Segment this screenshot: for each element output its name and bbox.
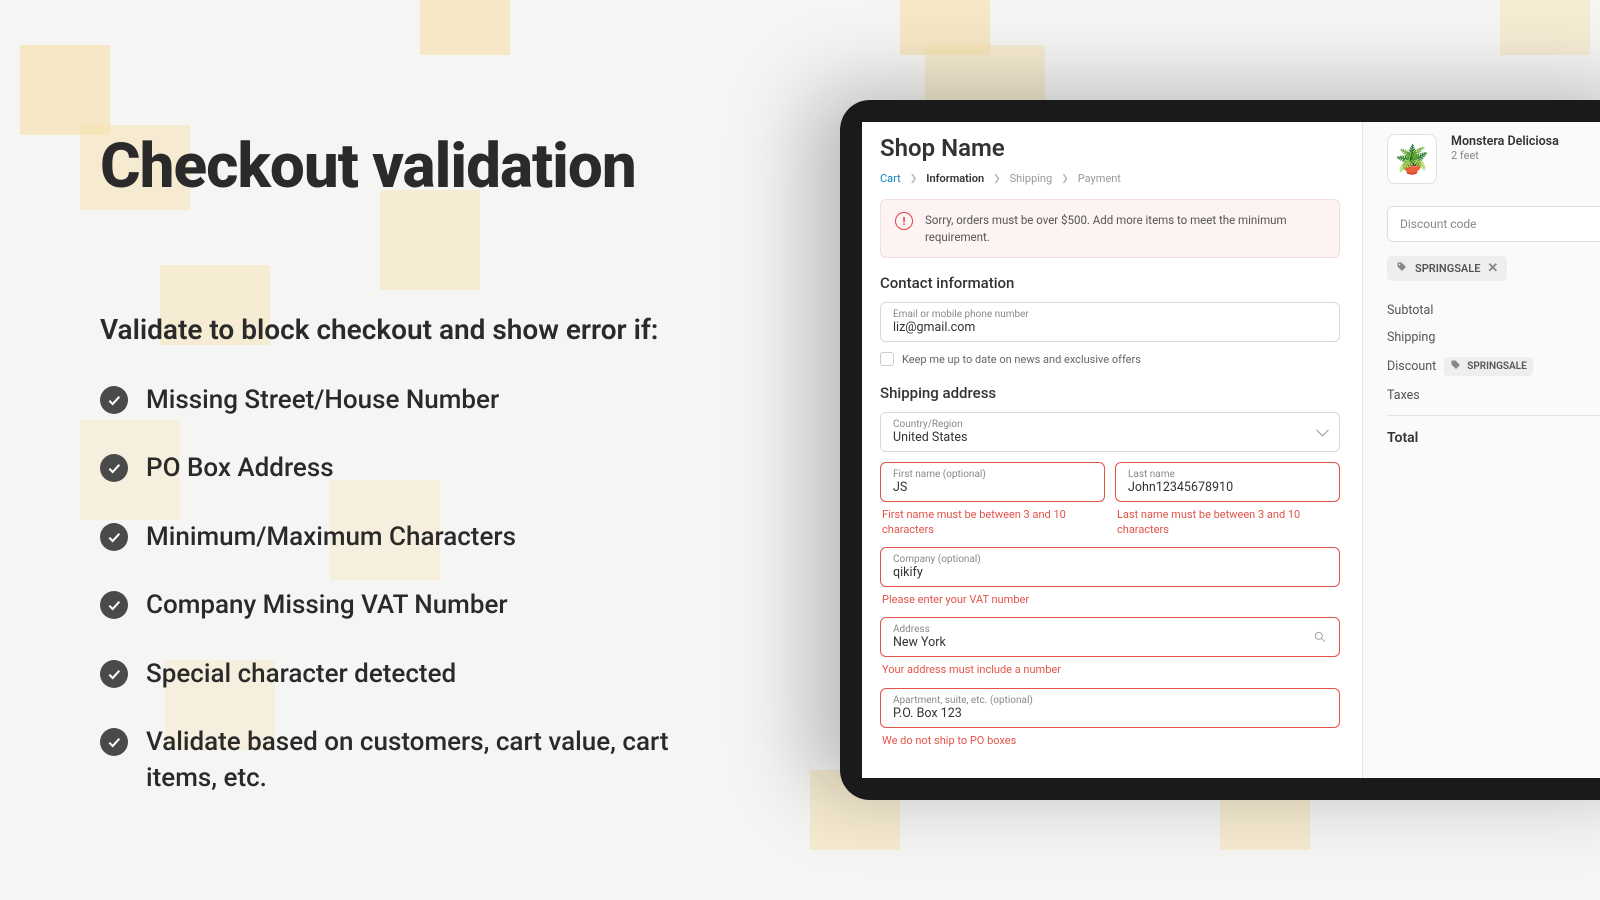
feature-text: Validate based on customers, cart value,…: [146, 724, 700, 797]
contact-heading: Contact information: [880, 274, 1340, 292]
warning-icon: !: [895, 212, 913, 230]
feature-item: PO Box Address: [100, 450, 700, 486]
feature-item: Minimum/Maximum Characters: [100, 519, 700, 555]
feature-item: Special character detected: [100, 656, 700, 692]
company-label: Company (optional): [893, 554, 1327, 565]
minimum-order-error-banner: ! Sorry, orders must be over $500. Add m…: [880, 199, 1340, 258]
address-value: New York: [893, 635, 946, 650]
applied-discount-tag: SPRINGSALE ✕: [1387, 256, 1507, 281]
first-name-field[interactable]: First name (optional) JS: [880, 462, 1105, 502]
apartment-value: P.O. Box 123: [893, 706, 962, 721]
product-variant: 2 feet: [1451, 149, 1559, 162]
taxes-label: Taxes: [1387, 388, 1420, 403]
country-value: United States: [893, 430, 967, 445]
check-icon: [100, 728, 128, 756]
apartment-field[interactable]: Apartment, suite, etc. (optional) P.O. B…: [880, 688, 1340, 728]
discount-code-input[interactable]: Discount code: [1387, 206, 1600, 242]
page-subtitle: Validate to block checkout and show erro…: [100, 313, 700, 346]
search-icon: [1313, 630, 1327, 644]
error-banner-text: Sorry, orders must be over $500. Add mor…: [925, 212, 1325, 245]
feature-item: Missing Street/House Number: [100, 382, 700, 418]
feature-item: Company Missing VAT Number: [100, 587, 700, 623]
tag-icon: [1396, 261, 1408, 276]
last-name-error: Last name must be between 3 and 10 chara…: [1117, 508, 1340, 537]
company-field[interactable]: Company (optional) qikify: [880, 547, 1340, 587]
feature-text: Special character detected: [146, 656, 456, 692]
discount-code-text: SPRINGSALE: [1415, 262, 1480, 275]
tag-icon: [1450, 359, 1462, 374]
address-error: Your address must include a number: [882, 663, 1340, 677]
company-error: Please enter your VAT number: [882, 593, 1340, 607]
feature-item: Validate based on customers, cart value,…: [100, 724, 700, 797]
chevron-right-icon: ❯: [993, 174, 1001, 184]
company-value: qikify: [893, 565, 923, 580]
total-label: Total: [1387, 430, 1418, 446]
product-thumbnail: 🪴: [1387, 134, 1437, 184]
email-label: Email or mobile phone number: [893, 309, 1327, 320]
breadcrumb: Cart ❯ Information ❯ Shipping ❯ Payment: [880, 172, 1340, 185]
apartment-error: We do not ship to PO boxes: [882, 734, 1340, 748]
feature-text: Company Missing VAT Number: [146, 587, 508, 623]
page-title: Checkout validation: [100, 130, 700, 203]
country-label: Country/Region: [893, 419, 1327, 430]
first-name-value: JS: [893, 480, 907, 495]
discount-label: Discount: [1387, 359, 1436, 374]
check-icon: [100, 660, 128, 688]
tablet-frame: Shop Name Cart ❯ Information ❯ Shipping …: [840, 100, 1600, 800]
discount-mini-tag: SPRINGSALE: [1444, 357, 1532, 376]
check-icon: [100, 454, 128, 482]
product-name: Monstera Deliciosa: [1451, 134, 1559, 149]
feature-text: Missing Street/House Number: [146, 382, 499, 418]
last-name-label: Last name: [1128, 469, 1327, 480]
subtotal-label: Subtotal: [1387, 303, 1433, 318]
feature-text: Minimum/Maximum Characters: [146, 519, 516, 555]
breadcrumb-information[interactable]: Information: [926, 172, 984, 185]
first-name-error: First name must be between 3 and 10 char…: [882, 508, 1105, 537]
email-field[interactable]: Email or mobile phone number liz@gmail.c…: [880, 302, 1340, 342]
check-icon: [100, 523, 128, 551]
shop-name: Shop Name: [880, 134, 1340, 162]
email-value: liz@gmail.com: [893, 320, 975, 335]
chevron-right-icon: ❯: [910, 174, 918, 184]
news-optin-checkbox[interactable]: [880, 352, 894, 366]
summary-divider: [1387, 415, 1600, 416]
remove-discount-button[interactable]: ✕: [1487, 261, 1498, 276]
last-name-value: John12345678910: [1128, 480, 1233, 495]
country-select[interactable]: Country/Region United States: [880, 412, 1340, 452]
news-optin-label: Keep me up to date on news and exclusive…: [902, 353, 1141, 366]
breadcrumb-payment: Payment: [1078, 172, 1121, 185]
address-label: Address: [893, 624, 1327, 635]
first-name-label: First name (optional): [893, 469, 1092, 480]
check-icon: [100, 591, 128, 619]
cart-product-row: 🪴 Monstera Deliciosa 2 feet: [1387, 134, 1600, 184]
check-icon: [100, 386, 128, 414]
feature-text: PO Box Address: [146, 450, 334, 486]
last-name-field[interactable]: Last name John12345678910: [1115, 462, 1340, 502]
address-field[interactable]: Address New York: [880, 617, 1340, 657]
chevron-right-icon: ❯: [1061, 174, 1069, 184]
breadcrumb-shipping: Shipping: [1010, 172, 1053, 185]
discount-placeholder: Discount code: [1400, 217, 1477, 231]
shipping-label: Shipping: [1387, 330, 1435, 345]
shipping-heading: Shipping address: [880, 384, 1340, 402]
apartment-label: Apartment, suite, etc. (optional): [893, 695, 1327, 706]
breadcrumb-cart[interactable]: Cart: [880, 172, 901, 185]
